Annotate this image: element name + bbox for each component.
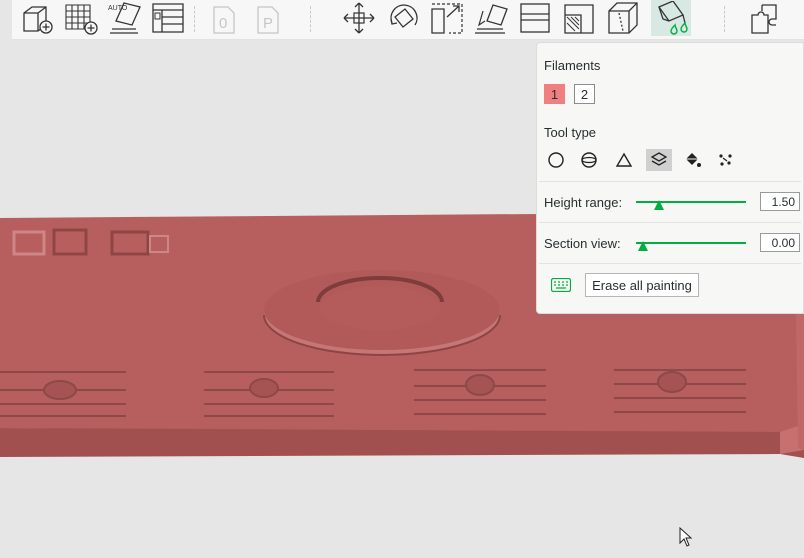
plate-p-button[interactable]: P (246, 0, 286, 36)
color-painting-panel: Filaments 1 2 Tool type Height range: 1.… (536, 42, 804, 314)
fill-tool[interactable] (680, 148, 704, 172)
rotate-icon (390, 4, 418, 28)
arrange-button[interactable] (148, 0, 188, 36)
auto-label: AUTO (108, 5, 128, 12)
svg-text:0: 0 (219, 15, 227, 32)
grid-plus-icon (65, 4, 98, 35)
filament-1-swatch[interactable]: 1 (544, 84, 565, 104)
panel-divider (539, 181, 801, 182)
move-button[interactable] (339, 0, 379, 36)
lay-on-face-icon (475, 4, 508, 34)
filament-1-label: 1 (550, 86, 559, 102)
mouse-cursor-icon (679, 527, 693, 547)
scale-button[interactable] (427, 0, 467, 36)
cube-plus-icon (23, 6, 53, 34)
gap-fill-tool[interactable] (714, 148, 738, 172)
plate-p-icon: P (257, 6, 279, 34)
plate-zero-icon: 0 (213, 6, 235, 34)
triangle-icon (615, 152, 633, 167)
plate-0-button[interactable]: 0 (202, 0, 242, 36)
sphere-icon (581, 152, 597, 168)
tool-type-label: Tool type (544, 125, 597, 140)
erase-all-painting-button[interactable]: Erase all painting (585, 273, 699, 297)
sphere-tool[interactable] (577, 148, 601, 172)
svg-text:P: P (263, 15, 273, 32)
triangle-tool[interactable] (612, 148, 636, 172)
support-paint-icon (564, 4, 594, 34)
toolbar-divider (310, 6, 311, 32)
fill-bucket-icon (686, 153, 701, 167)
add-object-button[interactable] (16, 0, 56, 36)
add-plate-button[interactable] (60, 0, 100, 36)
support-paint-button[interactable] (559, 0, 599, 36)
height-range-input[interactable]: 1.50 (760, 192, 800, 211)
cut-button[interactable] (515, 0, 555, 36)
seam-paint-button[interactable] (603, 0, 643, 36)
gap-fill-icon (719, 154, 732, 166)
keyboard-icon[interactable] (551, 278, 571, 292)
puzzle-icon (751, 4, 777, 34)
arrange-layout-icon (152, 3, 184, 33)
cut-icon (520, 3, 550, 33)
layers-icon (650, 152, 668, 166)
panel-divider (539, 222, 801, 223)
color-paint-button[interactable] (651, 0, 691, 36)
height-range-label: Height range: (544, 195, 623, 210)
section-view-label: Section view: (544, 236, 621, 251)
filament-2-label: 2 (580, 86, 589, 102)
filament-2-swatch[interactable]: 2 (574, 84, 595, 104)
move-arrows-icon (343, 2, 375, 34)
panel-divider (539, 263, 801, 264)
auto-orient-icon: AUTO (108, 2, 141, 34)
lay-on-face-button[interactable] (471, 0, 511, 36)
auto-orient-button[interactable]: AUTO (104, 0, 144, 36)
circular-recess (263, 270, 501, 356)
filaments-label: Filaments (544, 58, 601, 73)
toolbar-divider (724, 6, 725, 32)
height-range-tool[interactable] (646, 149, 672, 171)
section-view-input[interactable]: 0.00 (760, 233, 800, 252)
top-toolbar: AUTO 0 P (12, 0, 804, 40)
toolbar-divider (194, 6, 195, 32)
assembly-button[interactable] (744, 0, 784, 36)
rotate-button[interactable] (383, 0, 423, 36)
seam-paint-icon (608, 2, 638, 34)
color-paint-icon (658, 1, 688, 35)
circle-icon (548, 152, 564, 168)
scale-icon (431, 3, 463, 34)
circle-tool[interactable] (544, 148, 568, 172)
